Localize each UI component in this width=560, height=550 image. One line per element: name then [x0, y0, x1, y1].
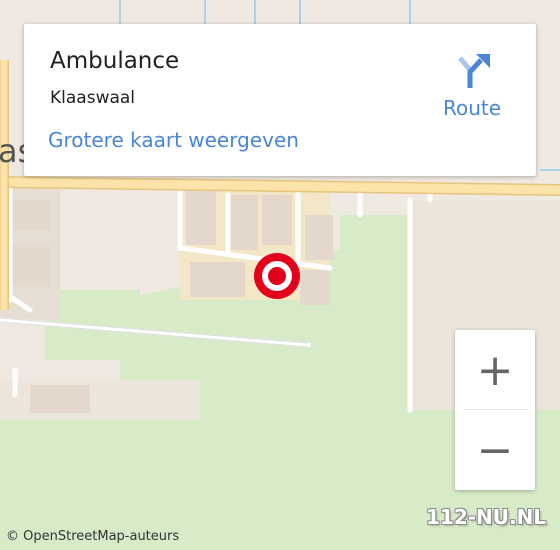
route-label: Route	[442, 96, 502, 120]
building	[262, 195, 292, 245]
larger-map-link[interactable]: Grotere kaart weergeven	[48, 128, 299, 152]
building	[186, 190, 216, 245]
location-subtitle: Klaaswaal	[50, 88, 136, 108]
building	[30, 385, 90, 413]
building	[190, 262, 245, 297]
map-attribution[interactable]: © OpenStreetMap-auteurs	[6, 529, 179, 544]
zoom-in-button[interactable]: +	[455, 330, 535, 410]
target-location-icon	[254, 253, 300, 299]
building	[230, 195, 258, 250]
directions-turn-right-icon	[458, 54, 490, 88]
building	[10, 200, 50, 230]
zoom-out-button[interactable]: −	[455, 410, 535, 490]
building	[8, 245, 50, 285]
building	[305, 215, 333, 260]
building	[300, 270, 330, 305]
zoom-control: + −	[455, 330, 535, 490]
info-card: Ambulance Klaaswaal Grotere kaart weerge…	[24, 24, 536, 176]
location-title: Ambulance	[50, 48, 180, 74]
route-button[interactable]: Route	[436, 46, 526, 126]
watermark-logo: 112-NU.NL	[426, 505, 547, 529]
